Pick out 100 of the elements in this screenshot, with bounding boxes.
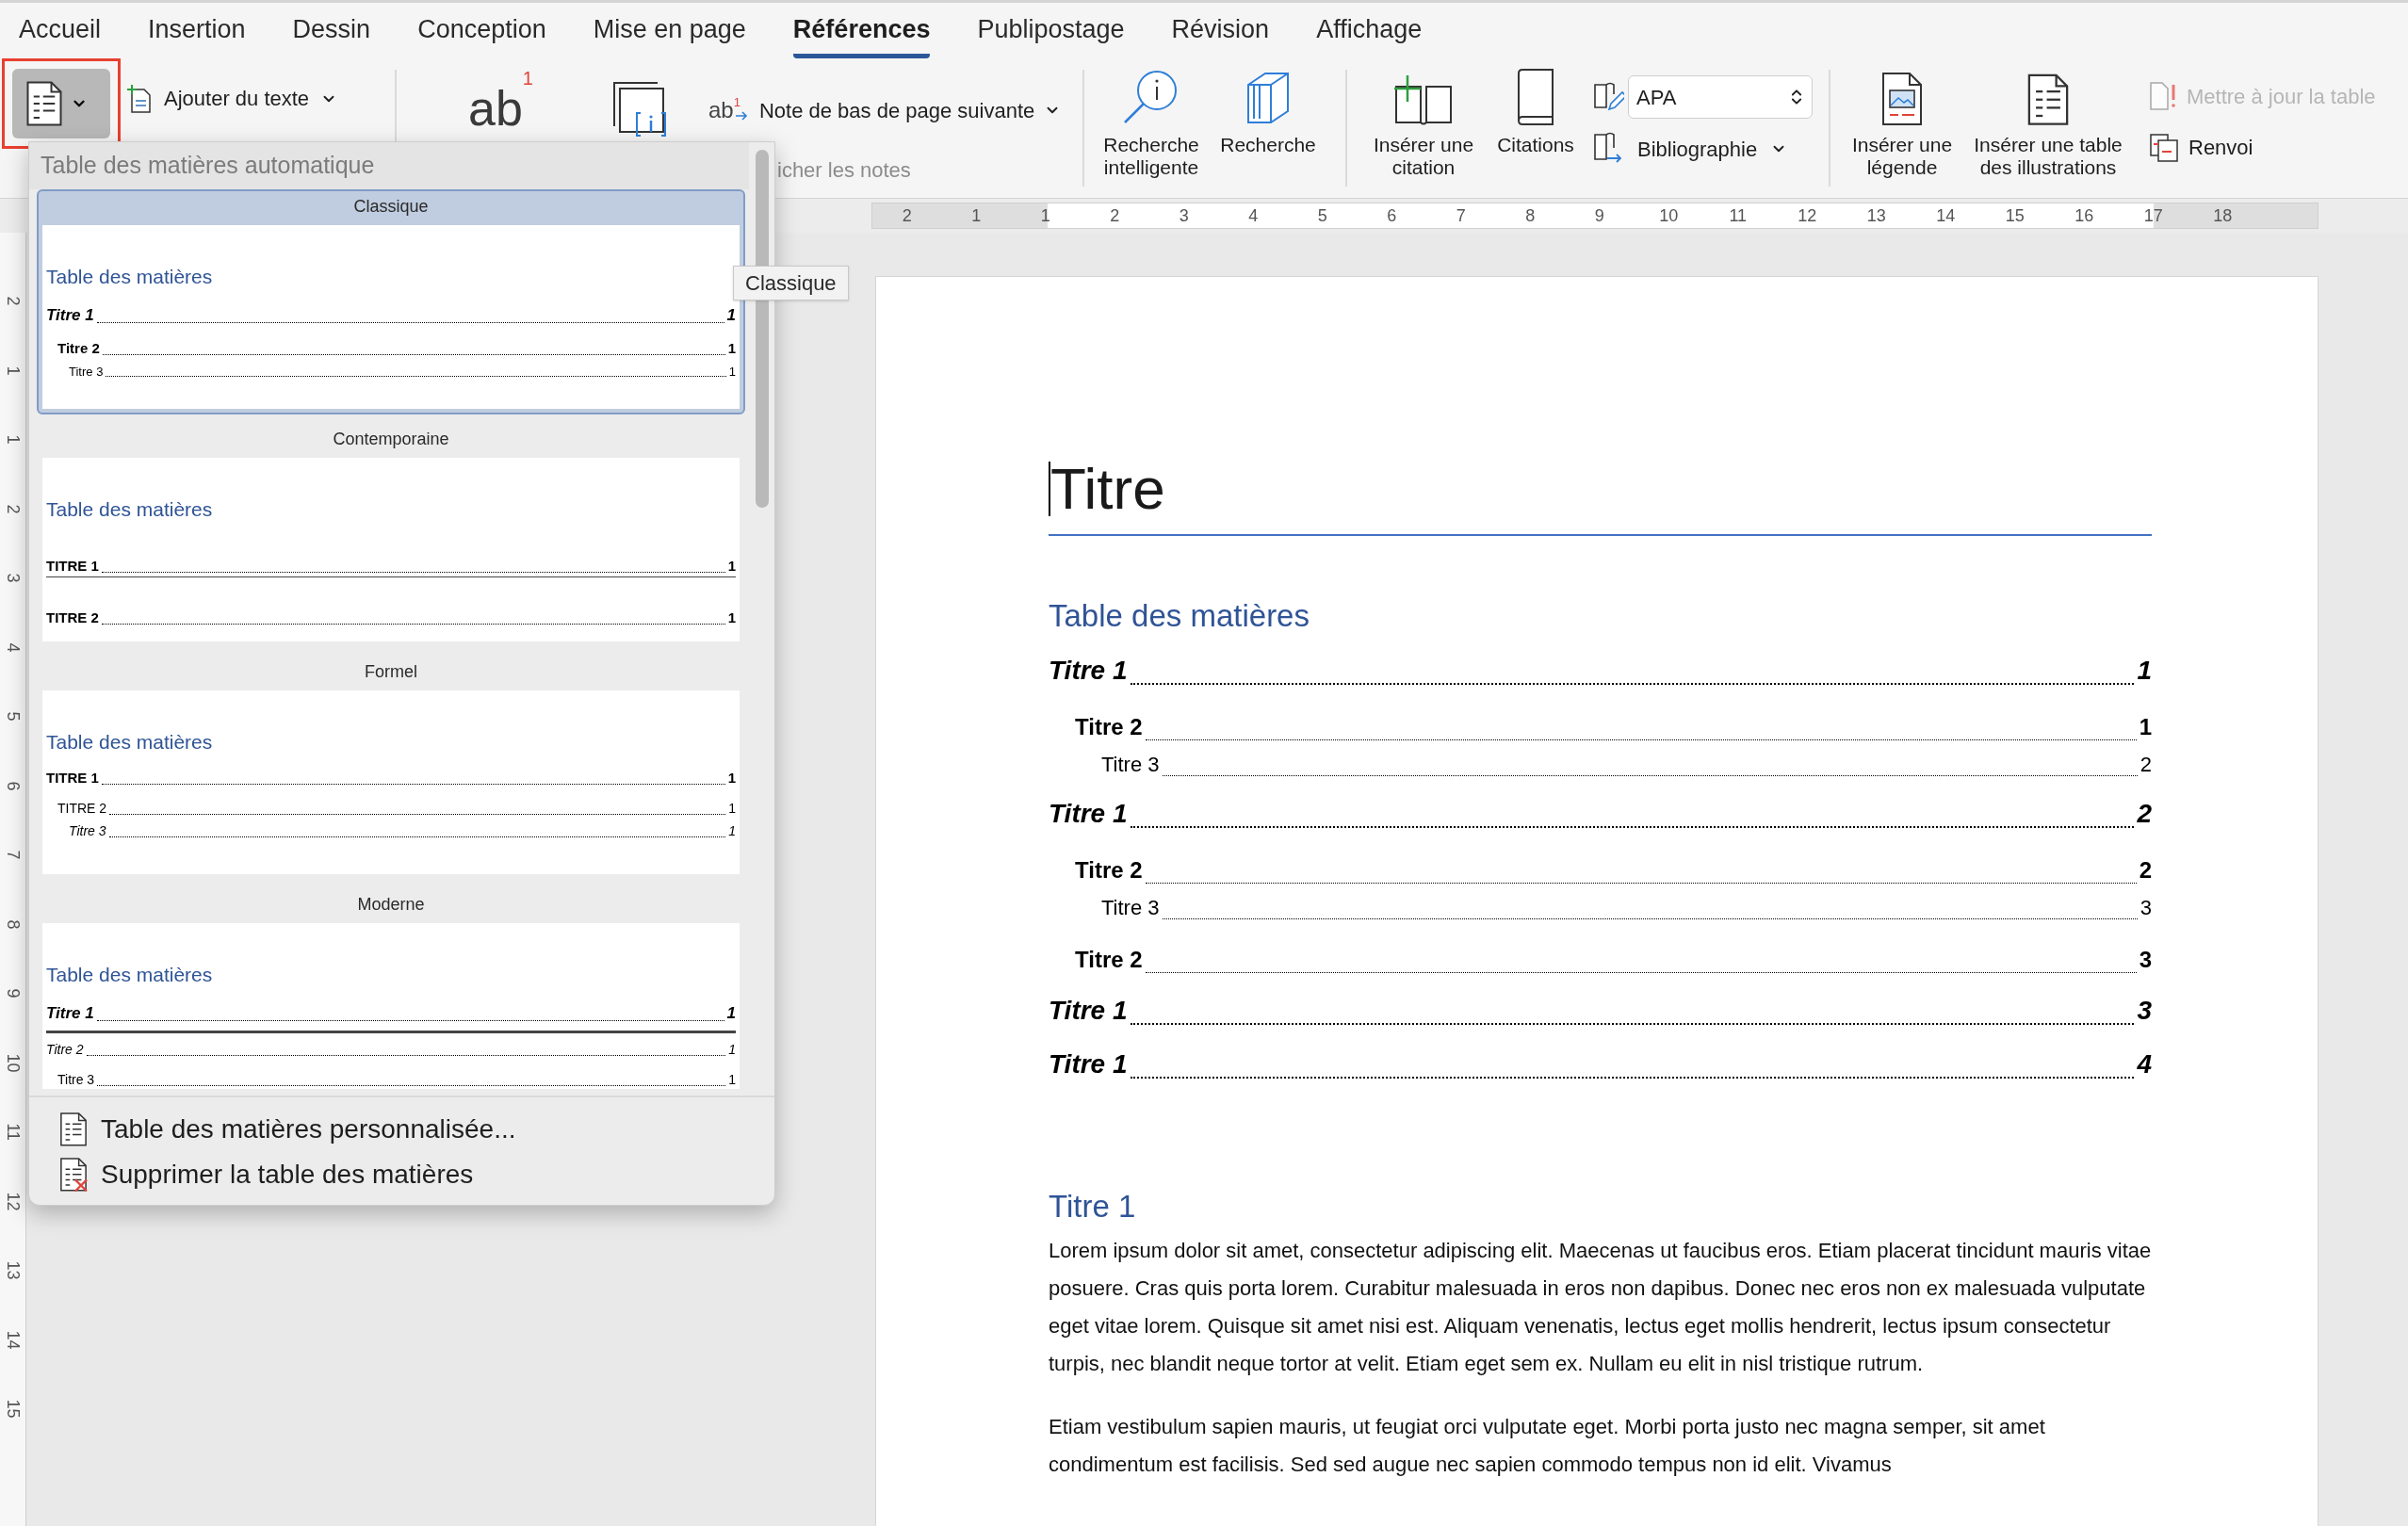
ruler-number: 12 (1797, 204, 1818, 227)
book-icon (1515, 68, 1556, 126)
toc-style-name: Classique (352, 196, 430, 218)
ribbon-tab[interactable]: Publipostage (977, 9, 1125, 58)
book-pen-icon (1592, 81, 1624, 113)
document-list-icon (25, 80, 63, 127)
toc-page-number: 1 (727, 556, 737, 576)
ruler-number: 3 (1178, 204, 1190, 227)
add-text-button[interactable]: Ajouter du texte (126, 83, 338, 114)
toc-page-number: 3 (2137, 995, 2152, 1027)
menu-item[interactable]: Supprimer la table des matières (59, 1152, 774, 1197)
researcher-button[interactable]: Recherche (1212, 58, 1324, 198)
cross-reference-button[interactable]: Renvoi (2149, 132, 2376, 163)
preview-heading: Table des matières (46, 265, 214, 289)
toc-heading: Table des matières (1049, 597, 1310, 635)
ruler-number: 2 (3, 296, 24, 306)
ruler-number: 13 (3, 1260, 24, 1280)
toc-entry-title: Titre 1 (1049, 798, 1128, 830)
preview-heading: Table des matières (46, 730, 214, 755)
document-title: Titre (1050, 455, 1165, 523)
text-cursor (1049, 462, 1050, 516)
toc-page-number: 3 (2139, 946, 2152, 974)
preview-heading: Table des matières (46, 497, 214, 522)
ruler-number: 11 (3, 1123, 24, 1142)
toc-entry-title: Titre 2 (1075, 946, 1143, 974)
toc-entry-title: Titre 3 (57, 1071, 95, 1089)
ribbon-tab[interactable]: Affichage (1316, 9, 1423, 58)
style-field[interactable]: APA (1628, 75, 1813, 119)
toc-page-number: 1 (726, 1002, 737, 1024)
toc-page-number: 1 (728, 1041, 737, 1059)
table-of-contents-button[interactable] (12, 69, 110, 138)
tooltip: Classique (733, 266, 849, 300)
ruler-number: 7 (1455, 204, 1467, 227)
ruler-number: 10 (3, 1053, 24, 1073)
ruler-number: 4 (3, 642, 24, 653)
toc-entry-title: TITRE 2 (57, 800, 107, 818)
ribbon-tab[interactable]: Révision (1171, 9, 1270, 58)
ruler-number: 6 (3, 781, 24, 791)
ruler-number: 13 (1865, 204, 1887, 227)
ruler-number: 2 (901, 204, 913, 227)
toc-entry-title: Titre 2 (1075, 713, 1143, 741)
ribbon-tab[interactable]: Mise en page (593, 9, 746, 58)
toc-entry-title: Titre 1 (46, 1002, 94, 1024)
toc-page-number: 1 (728, 363, 737, 381)
toc-page-number: 3 (2140, 895, 2152, 921)
ribbon-tab[interactable]: Dessin (292, 9, 371, 58)
books-icon (1245, 70, 1292, 126)
toc-style-option[interactable]: Formel Table des matières TITRE 1 1 TITRE 2 1 Titre 3 1 (37, 647, 746, 880)
ruler-number: 9 (1593, 204, 1605, 227)
toc-entry-title: Titre 3 (1101, 895, 1160, 921)
menu-item[interactable]: Table des matières personnalisée... (59, 1107, 774, 1152)
document-plus-icon (126, 83, 153, 114)
ruler-number: 2 (3, 504, 24, 514)
picture-document-icon (1881, 72, 1923, 126)
document-list-icon (59, 1112, 88, 1147)
ruler-number: 9 (3, 988, 24, 998)
bibliography-button[interactable]: Bibliographie (1592, 132, 1813, 166)
ribbon-tab[interactable]: Références (792, 9, 931, 58)
ribbon-tab[interactable]: Conception (417, 9, 546, 58)
ruler-number: 14 (1935, 204, 1957, 227)
ribbon-tab[interactable]: Accueil (19, 9, 102, 58)
smart-lookup-button[interactable]: Recherche intelligente (1090, 58, 1212, 198)
ruler-number: 10 (1658, 204, 1680, 227)
ruler-number: 14 (3, 1330, 24, 1350)
toc-entry-title: Titre 3 (69, 822, 106, 840)
toc-page-number: 1 (728, 1071, 737, 1089)
toc-page-number: 1 (726, 304, 737, 326)
insert-citation-button[interactable]: Insérer une citation (1360, 58, 1487, 198)
toc-entry-title: Titre 2 (57, 338, 100, 358)
insert-caption-button[interactable]: Insérer une légende (1844, 58, 1961, 198)
ruler-number: 1 (1039, 204, 1051, 227)
ruler-number: 1 (3, 434, 24, 445)
toc-entry-title: Titre 1 (46, 304, 94, 326)
ruler-number: 7 (3, 850, 24, 860)
ribbon-tab[interactable]: Insertion (148, 9, 246, 58)
arrow-right-icon (734, 110, 748, 122)
book-plus-icon (1392, 73, 1455, 126)
ruler-number: 18 (2212, 204, 2234, 227)
ruler-number: 17 (2142, 204, 2164, 227)
ruler-number: 2 (1109, 204, 1121, 227)
citations-button[interactable]: Citations (1489, 58, 1583, 198)
section-heading: Titre 1 (1049, 1188, 1137, 1226)
insert-table-of-figures-button[interactable]: Insérer une table des illustrations (1961, 58, 2136, 198)
toc-entry-title: Titre 1 (1049, 995, 1128, 1027)
toc-page-number: 1 (2137, 655, 2152, 687)
toc-page-number: 2 (2139, 856, 2152, 885)
toc-entry-title: Titre 1 (1049, 1048, 1128, 1080)
toc-page-number: 1 (727, 768, 737, 787)
cross-reference-icon (2149, 132, 2179, 163)
toc-style-option[interactable]: Classique Table des matières Titre 1 1 Titre 2 1 Titre 3 1 (37, 189, 746, 414)
ruler-number: 5 (1316, 204, 1328, 227)
document-cross-icon (59, 1157, 88, 1193)
toc-style-name: Moderne (356, 894, 426, 916)
toc-page-number: 2 (2137, 798, 2152, 830)
toc-style-name: Formel (364, 661, 419, 683)
toc-style-option[interactable]: Contemporaine Table des matières TITRE 1 1 TITRE 2 1 (37, 414, 746, 647)
ruler-number: 16 (2074, 204, 2095, 227)
toc-style-option[interactable]: Moderne Table des matières Titre 1 1 Titre 2 1 Titre 3 1 (37, 880, 746, 1095)
ruler-number: 15 (2004, 204, 2026, 227)
toc-page-number: 1 (2139, 713, 2152, 741)
